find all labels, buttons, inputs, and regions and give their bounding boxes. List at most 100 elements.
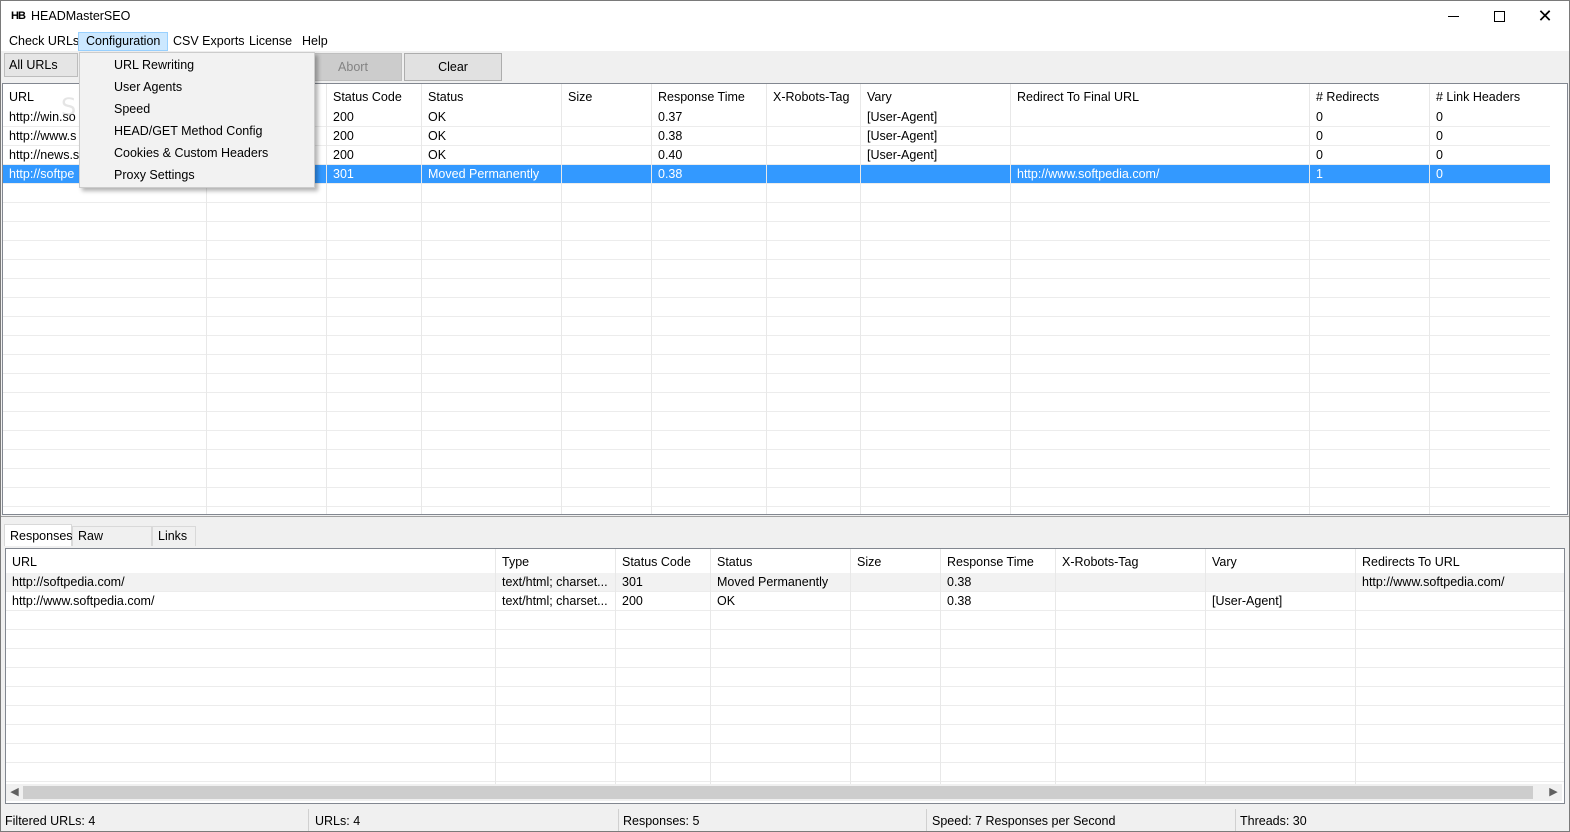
tab-links[interactable]: Links: [152, 526, 196, 546]
menu-license[interactable]: License: [242, 32, 299, 51]
table-cell: [User-Agent]: [867, 129, 938, 143]
table-cell: 200: [333, 129, 354, 143]
table-cell: [767, 127, 861, 146]
column-divider: [860, 84, 861, 514]
table-cell: [767, 108, 861, 127]
column-header[interactable]: Vary: [1206, 549, 1356, 573]
app-icon: HB: [11, 10, 26, 22]
column-header[interactable]: Redirect To Final URL: [1011, 84, 1310, 108]
empty-row: [3, 203, 1550, 222]
column-header[interactable]: X-Robots-Tag: [767, 84, 861, 108]
table-cell: OK: [717, 594, 736, 608]
menu-help[interactable]: Help: [295, 32, 335, 51]
table-cell: [851, 573, 941, 592]
table-cell: 0: [1316, 148, 1323, 162]
column-header[interactable]: Status: [422, 84, 562, 108]
table-row[interactable]: http://softpedia.com/text/html; charset.…: [6, 573, 1564, 592]
table-cell: 0: [1436, 129, 1443, 143]
column-divider: [615, 549, 616, 785]
empty-row: [3, 298, 1550, 317]
menu-user-agents[interactable]: User Agents: [82, 76, 312, 98]
table-cell: OK: [428, 129, 447, 143]
column-header[interactable]: Type: [496, 549, 616, 573]
title-bar: HB HEADMasterSEO ✕: [1, 1, 1569, 31]
table-cell: [1056, 573, 1206, 592]
abort-button[interactable]: Abort: [304, 53, 402, 81]
empty-row: [6, 763, 1564, 782]
empty-row: [3, 431, 1550, 450]
column-header[interactable]: Redirects To URL: [1356, 549, 1564, 573]
column-header[interactable]: Size: [851, 549, 941, 573]
table-cell: 0: [1436, 110, 1443, 124]
table-cell: 0.38: [658, 167, 683, 181]
column-header[interactable]: Status: [711, 549, 851, 573]
column-header[interactable]: URL: [6, 549, 496, 573]
url-filter-select[interactable]: All URLs: [4, 53, 78, 77]
scroll-right-icon[interactable]: ▶: [1545, 784, 1562, 801]
column-divider: [651, 84, 652, 514]
column-header[interactable]: Response Time: [941, 549, 1056, 573]
column-header[interactable]: Response Time: [652, 84, 767, 108]
table-cell: http://www.softpedia.com/: [1017, 167, 1160, 181]
table-cell: [767, 146, 861, 165]
column-divider: [1010, 84, 1011, 514]
menu-proxy-settings[interactable]: Proxy Settings: [82, 164, 312, 186]
empty-row: [6, 611, 1564, 630]
empty-row: [3, 450, 1550, 469]
empty-row: [3, 336, 1550, 355]
menu-head-get-method-config[interactable]: HEAD/GET Method Config: [82, 120, 312, 142]
table-cell: 0.38: [658, 129, 683, 143]
responses-table[interactable]: URL Type Status Code Status Size Response Tim…: [5, 548, 1565, 804]
table-cell: 200: [333, 148, 354, 162]
table-cell: [1011, 146, 1310, 165]
empty-row: [3, 355, 1550, 374]
column-header[interactable]: # Redirects: [1310, 84, 1430, 108]
menu-cookies-custom-headers[interactable]: Cookies & Custom Headers: [82, 142, 312, 164]
menu-url-rewriting[interactable]: URL Rewriting: [82, 54, 312, 76]
menu-speed[interactable]: Speed: [82, 98, 312, 120]
minimize-button[interactable]: [1430, 1, 1476, 31]
menu-check-urls[interactable]: Check URLs: [2, 32, 86, 51]
table-cell: OK: [428, 110, 447, 124]
scrollbar-thumb[interactable]: [23, 786, 1533, 799]
table-cell: [562, 165, 652, 184]
column-header[interactable]: Status Code: [327, 84, 422, 108]
horizontal-scrollbar[interactable]: ◀ ▶: [6, 784, 1562, 801]
clear-button[interactable]: Clear: [404, 53, 502, 81]
column-header[interactable]: Size: [562, 84, 652, 108]
table-cell: [1356, 592, 1564, 611]
scroll-left-icon[interactable]: ◀: [6, 784, 23, 801]
table-cell: OK: [428, 148, 447, 162]
table-cell: [User-Agent]: [867, 148, 938, 162]
minimize-icon: [1447, 15, 1459, 17]
column-header[interactable]: Vary: [861, 84, 1011, 108]
empty-row: [3, 393, 1550, 412]
close-icon: ✕: [1537, 6, 1553, 26]
table-cell: 200: [622, 594, 643, 608]
table-row[interactable]: http://www.softpedia.com/text/html; char…: [6, 592, 1564, 611]
table-cell: 301: [622, 575, 643, 589]
table-cell: [562, 146, 652, 165]
pane-splitter[interactable]: [1, 516, 1569, 522]
tab-raw-headers[interactable]: Raw Headers: [72, 526, 152, 561]
column-header[interactable]: # Link Headers: [1430, 84, 1550, 108]
tab-responses[interactable]: Responses: [4, 524, 73, 546]
table-cell: 0.38: [947, 594, 972, 608]
empty-row: [3, 488, 1550, 507]
table-cell: 200: [333, 110, 354, 124]
table-cell: http://softpedia.com/: [12, 575, 125, 589]
menu-csv-exports[interactable]: CSV Exports: [166, 32, 252, 51]
column-divider: [850, 549, 851, 785]
table-cell: [767, 165, 861, 184]
column-header[interactable]: Status Code: [616, 549, 711, 573]
column-divider: [421, 84, 422, 514]
close-button[interactable]: ✕: [1522, 1, 1568, 31]
column-divider: [1055, 549, 1056, 785]
status-urls: URLs: 4: [311, 809, 619, 831]
table-cell: 301: [333, 167, 354, 181]
column-divider: [561, 84, 562, 514]
empty-row: [3, 241, 1550, 260]
menu-configuration[interactable]: Configuration: [78, 32, 169, 51]
maximize-button[interactable]: [1476, 1, 1522, 31]
column-header[interactable]: X-Robots-Tag: [1056, 549, 1206, 573]
